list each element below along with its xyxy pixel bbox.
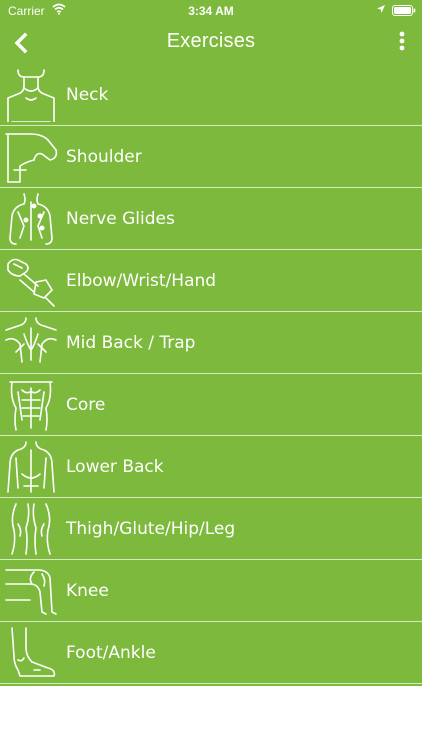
foot-ankle-icon — [11, 627, 56, 677]
navigation-bar: Exercises — [0, 22, 422, 64]
bottom-blank-area — [0, 686, 422, 750]
status-time: 3:34 AM — [188, 4, 234, 18]
battery-icon — [392, 5, 416, 16]
thigh-glute-hip-leg-icon — [11, 503, 51, 555]
neck-icon — [7, 69, 55, 122]
exercise-label: Thigh/Glute/Hip/Leg — [66, 519, 236, 539]
core-icon — [9, 381, 53, 431]
exercise-row-lower-back[interactable]: Lower Back — [0, 436, 422, 498]
mid-back-trap-icon — [5, 317, 57, 363]
exercise-label: Nerve Glides — [66, 209, 175, 229]
exercise-list: Neck Shoulder Nerve Glides Elbow/Wrist/H… — [0, 64, 422, 686]
nerve-glides-icon — [9, 193, 53, 245]
exercise-row-knee[interactable]: Knee — [0, 560, 422, 622]
exercise-label: Core — [66, 395, 106, 415]
elbow-wrist-hand-icon — [7, 258, 55, 307]
exercise-row-elbow-wrist-hand[interactable]: Elbow/Wrist/Hand — [0, 250, 422, 312]
shoulder-icon — [5, 133, 58, 183]
status-bar: Carrier 3:34 AM — [0, 0, 422, 22]
more-menu-icon[interactable] — [395, 30, 409, 54]
location-arrow-icon — [377, 5, 385, 13]
exercise-row-mid-back-trap[interactable]: Mid Back / Trap — [0, 312, 422, 374]
exercises-screen: Carrier 3:34 AM Exercises Neck Shoulder … — [0, 0, 422, 750]
exercise-label: Foot/Ankle — [66, 643, 156, 663]
exercise-label: Lower Back — [66, 457, 164, 477]
top-bar: Carrier 3:34 AM Exercises — [0, 0, 422, 64]
exercise-row-foot-ankle[interactable]: Foot/Ankle — [0, 622, 422, 684]
exercise-label: Knee — [66, 581, 109, 601]
exercise-label: Mid Back / Trap — [66, 333, 196, 353]
exercise-row-shoulder[interactable]: Shoulder — [0, 126, 422, 188]
exercise-label: Neck — [66, 85, 109, 105]
exercise-label: Elbow/Wrist/Hand — [66, 271, 217, 291]
exercise-row-nerve-glides[interactable]: Nerve Glides — [0, 188, 422, 250]
page-title: Exercises — [166, 30, 256, 52]
exercise-label: Shoulder — [66, 147, 142, 167]
exercise-row-thigh-glute-hip-leg[interactable]: Thigh/Glute/Hip/Leg — [0, 498, 422, 560]
exercise-row-neck[interactable]: Neck — [0, 64, 422, 126]
exercise-row-core[interactable]: Core — [0, 374, 422, 436]
lower-back-icon — [7, 441, 55, 493]
knee-icon — [5, 569, 57, 615]
